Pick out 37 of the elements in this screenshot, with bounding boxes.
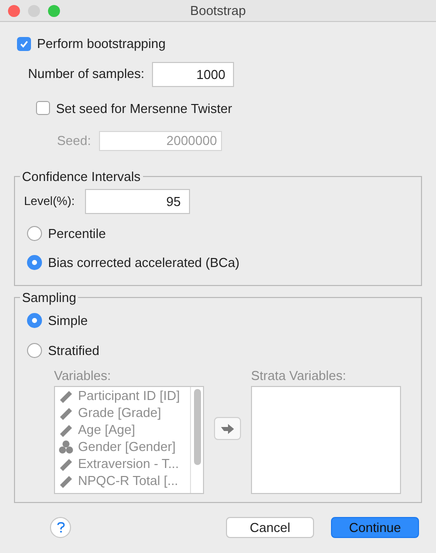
cancel-button[interactable]: Cancel bbox=[226, 516, 314, 538]
continue-button[interactable]: Continue bbox=[331, 516, 419, 538]
close-icon[interactable] bbox=[8, 4, 20, 16]
checkbox[interactable] bbox=[36, 101, 50, 116]
group-title: Sampling bbox=[21, 288, 78, 307]
ruler-icon bbox=[59, 389, 73, 403]
radio-label: Stratified bbox=[48, 342, 100, 360]
group-title: Confidence Intervals bbox=[21, 168, 142, 186]
field-label: Seed: bbox=[57, 132, 91, 150]
window-title: Bootstrap bbox=[190, 2, 246, 20]
move-button[interactable] bbox=[214, 417, 241, 440]
input-field[interactable]: 95 bbox=[84, 188, 190, 214]
field-label: Number of samples: bbox=[28, 65, 144, 84]
field-label: Level(%): bbox=[24, 193, 75, 210]
ruler-icon bbox=[59, 474, 73, 488]
radio-label: Simple bbox=[48, 312, 88, 330]
checkmark-icon bbox=[19, 38, 29, 49]
scrollbar-thumb[interactable] bbox=[194, 388, 200, 464]
checkbox-label: Set seed for Mersenne Twister bbox=[56, 100, 232, 118]
strata-list[interactable] bbox=[251, 386, 401, 494]
ruler-icon bbox=[59, 406, 73, 420]
circles-icon bbox=[59, 440, 73, 454]
zoom-icon[interactable] bbox=[48, 4, 60, 16]
checkbox-label: Perform bootstrapping bbox=[37, 35, 166, 53]
help-button[interactable] bbox=[50, 516, 71, 538]
radio-button[interactable] bbox=[27, 255, 42, 270]
list-label: Strata Variables: bbox=[251, 367, 348, 385]
arrow-icon bbox=[221, 424, 234, 434]
radio-label: Percentile bbox=[48, 224, 106, 242]
ruler-icon bbox=[59, 457, 73, 471]
checkbox[interactable] bbox=[17, 36, 31, 51]
input-field[interactable]: 1000 bbox=[152, 62, 234, 86]
radio-button[interactable] bbox=[27, 226, 42, 241]
help-icon bbox=[56, 522, 64, 532]
radio-label: Bias corrected accelerated (BCa) bbox=[48, 254, 240, 272]
list-label: Variables: bbox=[54, 367, 112, 385]
ruler-icon bbox=[59, 423, 73, 437]
